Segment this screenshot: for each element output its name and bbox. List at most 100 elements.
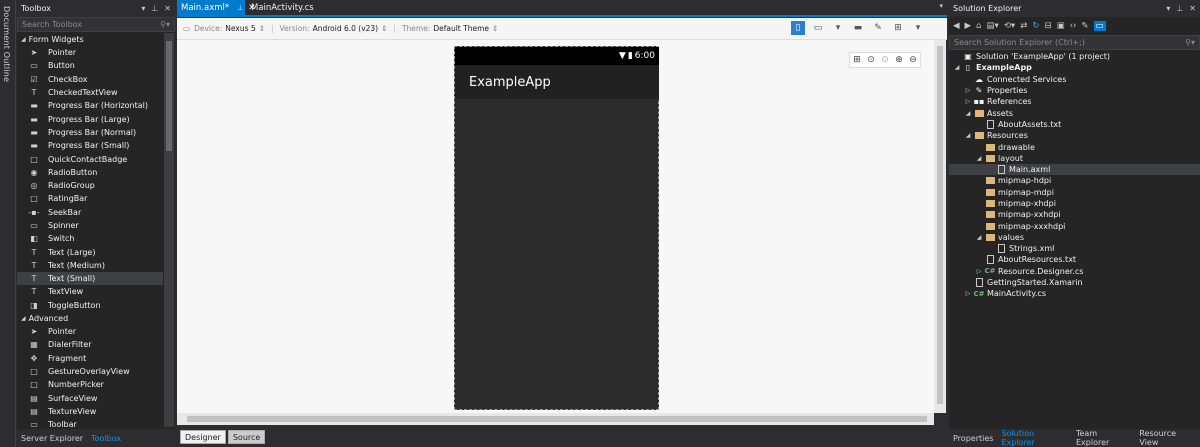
tree-node[interactable]: ▷ C# Resource.Designer.cs bbox=[949, 266, 1200, 277]
toolbox-scrollbar[interactable] bbox=[164, 33, 174, 427]
expand-arrow-icon[interactable]: ◢ bbox=[975, 234, 983, 241]
solution-explorer-search-input[interactable]: Search Solution Explorer (Ctrl+;) ⚲▾ bbox=[949, 35, 1200, 50]
zoom-in-icon[interactable]: ⊕ bbox=[895, 55, 903, 65]
chevron-icon[interactable]: ⇕ bbox=[492, 24, 498, 33]
toolbox-item[interactable]: ▭ Button bbox=[17, 59, 163, 72]
toolbox-item[interactable]: ◧ Switch bbox=[17, 232, 163, 245]
expand-arrow-icon[interactable]: ▷ bbox=[975, 268, 983, 275]
tab-main-axml[interactable]: Main.axml* ⊥ ✕ bbox=[177, 0, 255, 15]
tree-node[interactable]: GettingStarted.Xamarin bbox=[949, 277, 1200, 288]
toolbox-item[interactable]: ▬ Progress Bar (Small) bbox=[17, 139, 163, 152]
toolbox-item[interactable]: □ NumberPicker bbox=[17, 378, 163, 391]
solution-bottom-tab[interactable]: Solution Explorer bbox=[997, 429, 1072, 447]
pending-changes-icon[interactable]: ⇄ bbox=[1020, 21, 1027, 31]
toolbox-item[interactable]: ▦ DialerFilter bbox=[17, 338, 163, 351]
toolbox-group-header[interactable]: ◢ Advanced bbox=[17, 312, 163, 325]
zoom-out-icon[interactable]: ⊖ bbox=[909, 55, 917, 65]
tree-node[interactable]: ◢ Assets bbox=[949, 107, 1200, 118]
tree-node[interactable]: mipmap-xhdpi bbox=[949, 198, 1200, 209]
toolbox-item[interactable]: ▬ Progress Bar (Horizontal) bbox=[17, 99, 163, 112]
history-icon[interactable]: ⟲▾ bbox=[1004, 21, 1015, 31]
tab-designer[interactable]: Designer bbox=[180, 430, 226, 444]
tree-node[interactable]: ▣ Solution 'ExampleApp' (1 project) bbox=[949, 51, 1200, 62]
tree-node[interactable]: ▷ ✎ Properties bbox=[949, 85, 1200, 96]
back-icon[interactable]: ◀ bbox=[953, 21, 960, 31]
toolbox-item[interactable]: ▭ Spinner bbox=[17, 219, 163, 232]
frame-icon[interactable]: ▬ bbox=[851, 21, 865, 35]
tree-node[interactable]: ▷ ▪▪ References bbox=[949, 96, 1200, 107]
properties-icon[interactable]: ✎ bbox=[1081, 21, 1088, 31]
expand-arrow-icon[interactable]: ◢ bbox=[21, 315, 26, 322]
scrollbar-thumb[interactable] bbox=[187, 416, 927, 422]
layout-icon[interactable]: ⊞ bbox=[891, 21, 905, 35]
collapse-all-icon[interactable]: ⊟ bbox=[1044, 21, 1051, 31]
tree-node[interactable]: ☁ Connected Services bbox=[949, 74, 1200, 85]
vertical-scrollbar[interactable] bbox=[934, 40, 946, 413]
tree-node[interactable]: ◢ layout bbox=[949, 153, 1200, 164]
toolbox-item[interactable]: ✥ Fragment bbox=[17, 352, 163, 365]
tree-node[interactable]: AboutResources.txt bbox=[949, 254, 1200, 265]
document-outline-strip[interactable]: Document Outline bbox=[0, 0, 16, 447]
show-all-files-icon[interactable]: ▣ bbox=[1057, 21, 1065, 31]
zoom-reset-icon[interactable]: ⊙ bbox=[881, 55, 889, 65]
chevron-down-icon[interactable]: ▾ bbox=[939, 2, 943, 10]
phone-app-bar[interactable]: ExampleApp bbox=[455, 65, 659, 99]
tree-node[interactable]: mipmap-mdpi bbox=[949, 187, 1200, 198]
toolbox-item[interactable]: T Text (Large) bbox=[17, 245, 163, 258]
search-icon[interactable]: ⚲▾ bbox=[1185, 38, 1195, 47]
toolbox-item[interactable]: ◉ RadioButton bbox=[17, 166, 163, 179]
toolbox-item[interactable]: T TextView bbox=[17, 285, 163, 298]
brush-icon[interactable]: ✎ bbox=[871, 21, 885, 35]
landscape-icon[interactable]: ▭ bbox=[811, 21, 825, 35]
tree-node[interactable]: ▷ C# MainActivity.cs bbox=[949, 288, 1200, 299]
tree-node[interactable]: ◢ Resources bbox=[949, 130, 1200, 141]
close-icon[interactable]: ✕ bbox=[1189, 4, 1196, 13]
switch-views-icon[interactable]: ▤▾ bbox=[987, 21, 999, 31]
dropdown-icon[interactable]: ▾ bbox=[141, 4, 145, 13]
toolbox-item[interactable]: -▪- SeekBar bbox=[17, 206, 163, 219]
device-select[interactable]: Nexus 5 bbox=[225, 24, 255, 33]
expand-arrow-icon[interactable]: ◢ bbox=[975, 155, 983, 162]
toolbox-bottom-tab[interactable]: Toolbox bbox=[87, 429, 125, 447]
toolbox-item[interactable]: ➤ Pointer bbox=[17, 325, 163, 338]
search-icon[interactable]: ⚲▾ bbox=[160, 20, 170, 29]
dropdown-icon[interactable]: ▾ bbox=[1166, 4, 1170, 13]
toolbox-item[interactable]: ▭ Toolbar bbox=[17, 418, 163, 427]
chevron-icon[interactable]: ⇕ bbox=[381, 24, 387, 33]
toolbox-item[interactable]: □ GestureOverlayView bbox=[17, 365, 163, 378]
pin-icon[interactable]: ⊥ bbox=[237, 4, 243, 12]
tree-node[interactable]: ◢ ▯ ExampleApp bbox=[949, 62, 1200, 73]
expand-arrow-icon[interactable]: ◢ bbox=[964, 110, 972, 117]
preview-icon[interactable]: ▭ bbox=[1093, 21, 1106, 31]
scrollbar-thumb[interactable] bbox=[937, 46, 943, 404]
tree-node[interactable]: mipmap-xxxhdpi bbox=[949, 220, 1200, 231]
document-outline-label[interactable]: Document Outline bbox=[2, 6, 11, 82]
forward-icon[interactable]: ▶ bbox=[965, 21, 972, 31]
phone-preview[interactable]: ▼ ▮ 6:00 ExampleApp bbox=[454, 46, 659, 410]
tree-node[interactable]: ◢ values bbox=[949, 232, 1200, 243]
toolbox-item[interactable]: ▤ SurfaceView bbox=[17, 391, 163, 404]
expand-arrow-icon[interactable]: ▷ bbox=[964, 290, 972, 297]
pin-icon[interactable]: ⊥ bbox=[151, 4, 158, 13]
solution-bottom-tab[interactable]: Properties bbox=[949, 434, 997, 443]
tree-node[interactable]: mipmap-xxhdpi bbox=[949, 209, 1200, 220]
expand-arrow-icon[interactable]: ▷ bbox=[964, 98, 972, 105]
portrait-icon[interactable]: ▯ bbox=[791, 21, 805, 35]
toolbox-item[interactable]: ☑ CheckBox bbox=[17, 73, 163, 86]
toolbox-item[interactable]: T Text (Medium) bbox=[17, 259, 163, 272]
tab-source[interactable]: Source bbox=[227, 430, 266, 444]
toolbox-item[interactable]: ▤ TextureView bbox=[17, 405, 163, 418]
theme-select[interactable]: Default Theme bbox=[433, 24, 489, 33]
tab-mainactivity-cs[interactable]: MainActivity.cs bbox=[247, 0, 318, 15]
refresh-icon[interactable]: ↻ bbox=[1032, 21, 1039, 31]
scrollbar-thumb[interactable] bbox=[166, 41, 172, 151]
toolbox-item[interactable]: T Text (Small) bbox=[17, 272, 163, 286]
toolbox-item[interactable]: ◨ ToggleButton bbox=[17, 299, 163, 312]
pin-icon[interactable]: ⊥ bbox=[1176, 4, 1183, 13]
expand-arrow-icon[interactable]: ◢ bbox=[953, 64, 961, 71]
fit-icon[interactable]: ⊞ bbox=[853, 55, 861, 65]
expand-arrow-icon[interactable]: ◢ bbox=[964, 132, 972, 139]
horizontal-scrollbar[interactable] bbox=[177, 413, 934, 425]
toolbox-search-input[interactable]: Search Toolbox ⚲▾ bbox=[17, 17, 175, 32]
chevron-icon[interactable]: ▾ bbox=[831, 21, 845, 35]
